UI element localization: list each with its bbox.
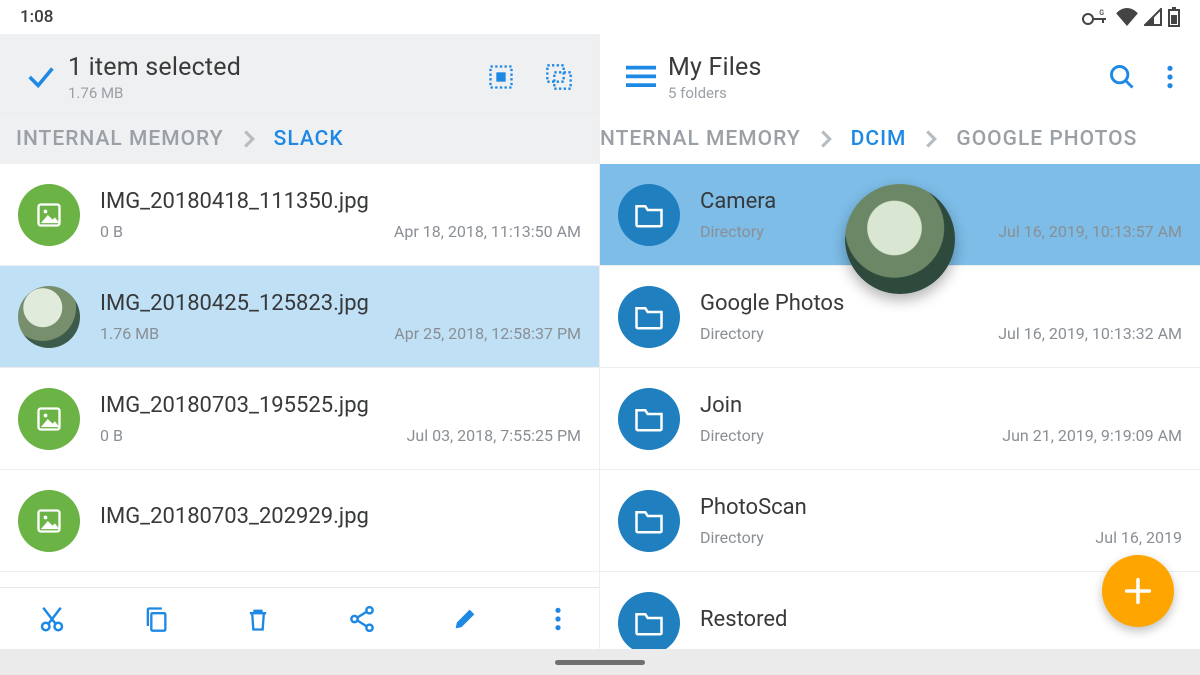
file-date: Apr 25, 2018, 12:58:37 PM bbox=[394, 324, 581, 343]
action-toolbar bbox=[0, 587, 599, 649]
list-item[interactable]: IMG_20180703_195525.jpg 0 B Jul 03, 2018,… bbox=[0, 368, 599, 470]
photo-thumbnail bbox=[18, 286, 80, 348]
file-size: 0 B bbox=[100, 426, 123, 445]
file-name: IMG_20180418_111350.jpg bbox=[100, 189, 581, 214]
selection-confirm-icon[interactable] bbox=[18, 60, 64, 94]
gesture-handle[interactable] bbox=[555, 660, 645, 665]
folder-icon bbox=[618, 184, 680, 246]
search-button[interactable] bbox=[1108, 63, 1136, 91]
hamburger-icon[interactable] bbox=[618, 65, 664, 89]
page-title: My Files bbox=[668, 53, 1108, 82]
list-item[interactable]: IMG_20180425_125823.jpg 1.76 MB Apr 25, 2… bbox=[0, 266, 599, 368]
selection-title: 1 item selected bbox=[68, 53, 487, 82]
overflow-button[interactable] bbox=[1166, 64, 1174, 90]
file-name: IMG_20180703_202929.jpg bbox=[100, 504, 581, 529]
image-icon bbox=[18, 184, 80, 246]
left-header: 1 item selected 1.76 MB bbox=[0, 34, 599, 114]
signal-icon bbox=[1144, 8, 1162, 26]
battery-icon bbox=[1168, 7, 1180, 27]
edit-button[interactable] bbox=[451, 605, 479, 633]
key-icon: G bbox=[1082, 9, 1110, 25]
breadcrumb-item[interactable]: SLACK bbox=[274, 127, 344, 151]
page-subtitle: 5 folders bbox=[668, 84, 1108, 102]
list-item[interactable]: IMG_20180703_202929.jpg bbox=[0, 470, 599, 572]
list-item[interactable]: Join Directory Jun 21, 2019, 9:19:09 AM bbox=[600, 368, 1200, 470]
svg-text:G: G bbox=[1099, 9, 1104, 17]
folder-date: Jul 16, 2019, 10:13:32 AM bbox=[998, 324, 1182, 343]
right-pane: My Files 5 folders NTERNAL MEMORY DCIM G… bbox=[600, 34, 1200, 649]
folder-icon bbox=[618, 388, 680, 450]
chevron-right-icon bbox=[924, 129, 938, 149]
folder-type: Directory bbox=[700, 324, 764, 343]
select-inverse-icon[interactable] bbox=[545, 63, 573, 91]
left-breadcrumb: INTERNAL MEMORY SLACK bbox=[0, 114, 599, 164]
folder-icon bbox=[618, 592, 680, 649]
breadcrumb-item[interactable]: INTERNAL MEMORY bbox=[16, 127, 224, 151]
image-icon bbox=[18, 490, 80, 552]
chevron-right-icon bbox=[819, 129, 833, 149]
more-button[interactable] bbox=[554, 606, 562, 632]
image-icon bbox=[18, 388, 80, 450]
select-all-icon[interactable] bbox=[487, 63, 515, 91]
breadcrumb-item[interactable]: NTERNAL MEMORY bbox=[600, 127, 801, 151]
folder-name: PhotoScan bbox=[700, 495, 1182, 520]
status-icons: G bbox=[1082, 7, 1180, 27]
breadcrumb-item[interactable]: GOOGLE PHOTOS bbox=[956, 127, 1137, 151]
folder-name: Join bbox=[700, 393, 1182, 418]
share-button[interactable] bbox=[347, 604, 377, 634]
file-size: 1.76 MB bbox=[100, 324, 159, 343]
selection-subtitle: 1.76 MB bbox=[68, 84, 487, 102]
list-item[interactable]: IMG_20180418_111350.jpg 0 B Apr 18, 2018,… bbox=[0, 164, 599, 266]
delete-button[interactable] bbox=[244, 604, 272, 634]
copy-button[interactable] bbox=[142, 604, 170, 634]
breadcrumb-item[interactable]: DCIM bbox=[851, 127, 907, 151]
folder-type: Directory bbox=[700, 222, 764, 241]
right-breadcrumb: NTERNAL MEMORY DCIM GOOGLE PHOTOS bbox=[600, 114, 1200, 164]
status-time: 1:08 bbox=[20, 7, 53, 27]
folder-type: Directory bbox=[700, 426, 764, 445]
fab-add-button[interactable] bbox=[1102, 555, 1174, 627]
cut-button[interactable] bbox=[37, 604, 67, 634]
drag-preview-thumbnail[interactable] bbox=[845, 184, 955, 294]
chevron-right-icon bbox=[242, 129, 256, 149]
nav-bar bbox=[0, 649, 1200, 675]
file-name: IMG_20180703_195525.jpg bbox=[100, 393, 581, 418]
folder-date: Jun 21, 2019, 9:19:09 AM bbox=[1002, 426, 1182, 445]
left-pane: 1 item selected 1.76 MB INTERNAL MEMORY … bbox=[0, 34, 600, 649]
file-date: Jul 03, 2018, 7:55:25 PM bbox=[407, 426, 581, 445]
folder-name: Google Photos bbox=[700, 291, 1182, 316]
file-date: Apr 18, 2018, 11:13:50 AM bbox=[394, 222, 581, 241]
folder-icon bbox=[618, 286, 680, 348]
file-name: IMG_20180425_125823.jpg bbox=[100, 291, 581, 316]
folder-date: Jul 16, 2019, 10:13:57 AM bbox=[998, 222, 1182, 241]
right-header: My Files 5 folders bbox=[600, 34, 1200, 114]
list-item[interactable]: PhotoScan Directory Jul 16, 2019 bbox=[600, 470, 1200, 572]
folder-icon bbox=[618, 490, 680, 552]
wifi-icon bbox=[1116, 8, 1138, 26]
file-size: 0 B bbox=[100, 222, 123, 241]
left-filelist[interactable]: IMG_20180418_111350.jpg 0 B Apr 18, 2018,… bbox=[0, 164, 599, 587]
status-bar: 1:08 G bbox=[0, 0, 1200, 34]
folder-date: Jul 16, 2019 bbox=[1095, 528, 1182, 547]
folder-type: Directory bbox=[700, 528, 764, 547]
